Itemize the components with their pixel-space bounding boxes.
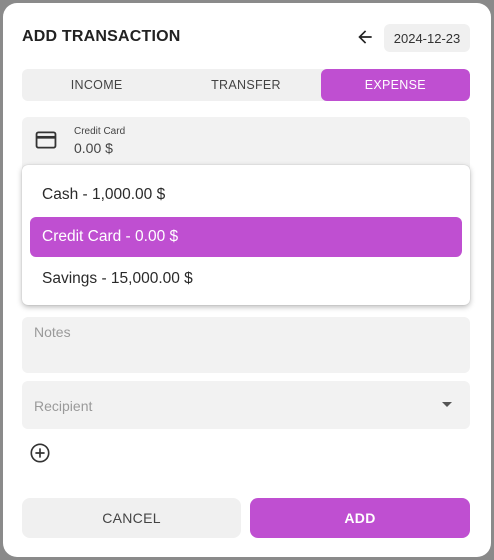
credit-card-icon	[35, 131, 57, 149]
account-dropdown-menu: Cash - 1,000.00 $ Credit Card - 0.00 $ S…	[22, 165, 470, 305]
account-option-savings[interactable]: Savings - 15,000.00 $	[30, 259, 462, 299]
tab-expense[interactable]: EXPENSE	[320, 69, 470, 101]
cancel-button[interactable]: CANCEL	[22, 498, 241, 538]
date-picker-button[interactable]: 2024-12-23	[384, 24, 470, 52]
account-option-cash[interactable]: Cash - 1,000.00 $	[30, 175, 462, 215]
add-button[interactable]: ADD	[250, 498, 470, 538]
dialog-title: ADD TRANSACTION	[22, 28, 181, 45]
arrow-left-icon[interactable]	[355, 27, 375, 47]
notes-input[interactable]: Notes	[22, 317, 470, 373]
notes-placeholder: Notes	[34, 324, 71, 340]
tab-income[interactable]: INCOME	[22, 69, 171, 101]
tab-transfer[interactable]: TRANSFER	[171, 69, 320, 101]
add-transaction-dialog: ADD TRANSACTION 2024-12-23 INCOME TRANSF…	[3, 3, 491, 557]
account-option-credit-card[interactable]: Credit Card - 0.00 $	[30, 217, 462, 257]
account-field-label: Credit Card	[74, 126, 126, 137]
account-field-value: 0.00 $	[74, 140, 113, 156]
plus-circle-icon[interactable]	[29, 442, 51, 464]
account-select[interactable]: Credit Card 0.00 $	[22, 117, 470, 169]
recipient-select[interactable]: Recipient	[22, 381, 470, 429]
caret-down-icon	[442, 402, 452, 407]
transaction-type-tabs: INCOME TRANSFER EXPENSE	[22, 69, 470, 101]
recipient-placeholder: Recipient	[34, 398, 93, 414]
